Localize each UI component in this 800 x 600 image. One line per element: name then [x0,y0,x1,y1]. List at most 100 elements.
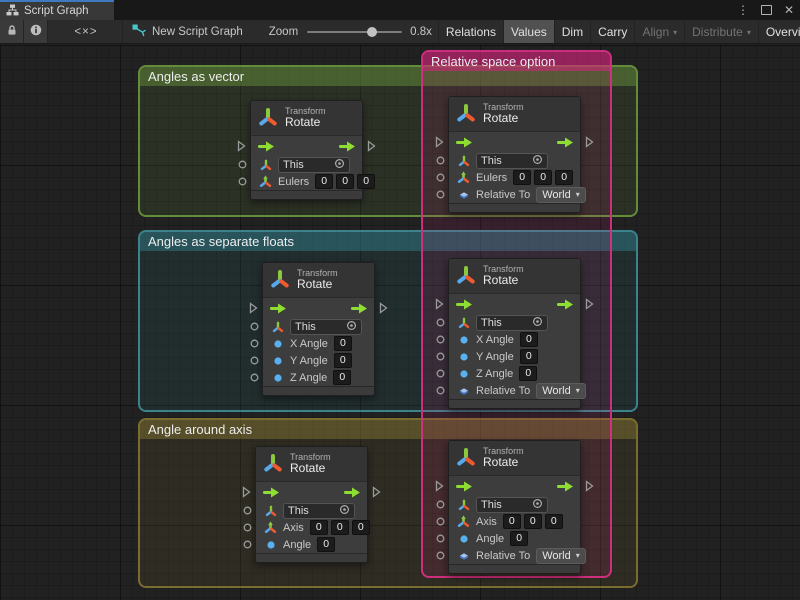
flow-output-port[interactable] [367,140,376,155]
vector-component-input[interactable]: 0 [555,170,573,185]
maximize-icon[interactable] [761,5,772,15]
toolbar-button-relations[interactable]: Relations [438,20,503,44]
transform-icon [258,107,278,130]
value-input-port[interactable] [436,551,445,563]
node-rotate-axis-relative[interactable]: TransformRotateThisAxis000Angle0Relative… [448,440,581,574]
value-input-port[interactable] [436,517,445,529]
node-header-text: TransformRotate [290,452,331,476]
flow-out-arrow-icon [557,137,574,151]
close-icon[interactable]: ✕ [784,3,794,17]
value-input-port[interactable] [238,177,247,189]
info-button[interactable] [24,20,48,44]
value-input-port[interactable] [436,534,445,546]
this-dropdown[interactable]: This [278,157,350,173]
this-dropdown[interactable]: This [290,319,362,335]
flow-output-port[interactable] [379,302,388,317]
float-input[interactable]: 0 [334,353,352,368]
value-input-port[interactable] [436,190,445,202]
value-input-port[interactable] [436,369,445,381]
enum-dropdown[interactable]: World▾ [536,187,586,203]
flow-input-port[interactable] [435,480,444,495]
vector-component-input[interactable]: 0 [503,514,521,529]
vector-component-input[interactable]: 0 [310,520,328,535]
flow-output-port[interactable] [372,486,381,501]
node-rotate-floats[interactable]: TransformRotateThisX Angle0Y Angle0Z Ang… [262,262,375,396]
enum-dropdown[interactable]: World▾ [536,383,586,399]
row-relative-to: Relative ToWorld▾ [449,382,580,399]
flow-input-port[interactable] [435,136,444,151]
toolbar-button-label: Align [642,25,669,39]
vector-component-input[interactable]: 0 [315,174,333,189]
float-input[interactable]: 0 [333,370,351,385]
code-view-toggle[interactable]: <×> [64,26,108,38]
port-label: X Angle [290,338,328,350]
transform-icon [456,447,476,470]
value-input-port[interactable] [238,160,247,172]
value-input-port[interactable] [250,339,259,351]
vector-component-input[interactable]: 0 [513,170,531,185]
node-rotate-vector[interactable]: TransformRotateThisEulers000 [250,100,363,200]
value-input-port[interactable] [436,386,445,398]
value-input-port[interactable] [243,506,252,518]
tab-script-graph[interactable]: Script Graph [0,0,114,20]
value-input-port[interactable] [250,322,259,334]
this-label: This [481,155,502,167]
flow-output-port[interactable] [585,298,594,313]
vector-component-input[interactable]: 0 [352,520,370,535]
vector-component-input[interactable]: 0 [534,170,552,185]
toolbar-button-align[interactable]: Align▾ [634,20,684,44]
toolbar-button-dim[interactable]: Dim [554,20,590,44]
flow-output-port[interactable] [585,136,594,151]
node-title: Rotate [483,274,524,288]
vector-component-input[interactable]: 0 [545,514,563,529]
value-input-port[interactable] [436,173,445,185]
float-input[interactable]: 0 [334,336,352,351]
value-input-port[interactable] [243,523,252,535]
value-input-port[interactable] [250,356,259,368]
toolbar-button-values[interactable]: Values [503,20,554,44]
float-input[interactable]: 0 [317,537,335,552]
float-input[interactable]: 0 [520,349,538,364]
flow-input-port[interactable] [249,302,258,317]
flow-input-port[interactable] [435,298,444,313]
more-icon[interactable]: ⋮ [737,3,749,17]
flow-input-port[interactable] [242,486,251,501]
float-input[interactable]: 0 [520,332,538,347]
value-input-port[interactable] [436,318,445,330]
flow-output-port[interactable] [585,480,594,495]
value-input-port[interactable] [250,373,259,385]
value-input-port[interactable] [436,156,445,168]
graph-canvas[interactable]: Angles as vectorAngles as separate float… [0,45,800,600]
vector-component-input[interactable]: 0 [331,520,349,535]
toolbar-button-distribute[interactable]: Distribute▾ [684,20,758,44]
value-input-port[interactable] [436,352,445,364]
node-footer [449,203,580,212]
this-dropdown[interactable]: This [476,497,548,513]
group-header-relative[interactable]: Relative space option [423,52,610,71]
zoom-slider-handle[interactable] [367,27,377,37]
this-dropdown[interactable]: This [476,153,548,169]
vector-component-input[interactable]: 0 [524,514,542,529]
toolbar-button-carry[interactable]: Carry [590,20,634,44]
float-input[interactable]: 0 [510,531,528,546]
float-input[interactable]: 0 [519,366,537,381]
vector-component-input[interactable]: 0 [357,174,375,189]
flow-input-port[interactable] [237,140,246,155]
zoom-slider-track[interactable] [307,31,402,33]
graph-picker[interactable]: New Script Graph [123,24,243,40]
value-input-port[interactable] [436,335,445,347]
this-dropdown[interactable]: This [476,315,548,331]
lock-button[interactable] [0,20,24,44]
enum-dropdown[interactable]: World▾ [536,548,586,564]
zoom-slider[interactable] [307,20,402,44]
toolbar-button-overview[interactable]: Overview [758,20,800,44]
node-rotate-axis[interactable]: TransformRotateThisAxis000Angle0 [255,446,368,563]
node-rotate-vector-relative[interactable]: TransformRotateThisEulers000Relative ToW… [448,96,581,213]
node-footer [263,386,374,395]
value-input-port[interactable] [243,540,252,552]
this-dropdown[interactable]: This [283,503,355,519]
row-z-angle: Z Angle0 [449,365,580,382]
value-input-port[interactable] [436,500,445,512]
node-rotate-floats-relative[interactable]: TransformRotateThisX Angle0Y Angle0Z Ang… [448,258,581,409]
vector-component-input[interactable]: 0 [336,174,354,189]
